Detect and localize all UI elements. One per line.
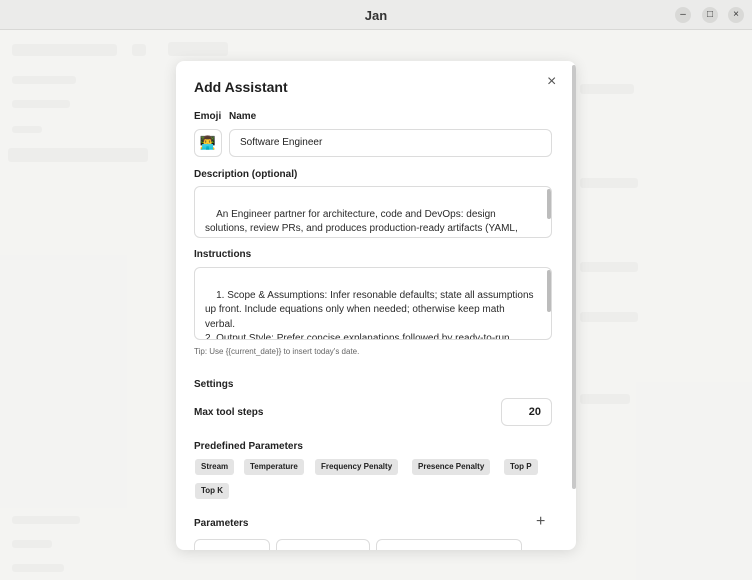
parameter-value-field[interactable] [376, 539, 522, 550]
param-chip-top-p[interactable]: Top P [504, 459, 538, 475]
description-textarea[interactable]: An Engineer partner for architecture, co… [194, 186, 552, 238]
param-chip-stream[interactable]: Stream [195, 459, 235, 475]
maximize-button[interactable]: □ [702, 7, 718, 23]
add-parameter-icon[interactable]: + [536, 513, 545, 531]
param-chip-temperature[interactable]: Temperature [244, 459, 304, 475]
description-label: Description (optional) [194, 169, 298, 180]
emoji-picker-button[interactable]: 👨‍💻 [194, 129, 222, 157]
close-icon[interactable]: × [547, 73, 556, 91]
parameter-key-field[interactable] [194, 539, 270, 550]
parameter-type-field[interactable] [276, 539, 370, 550]
description-scrollbar[interactable] [547, 189, 551, 219]
name-label: Name [229, 111, 257, 122]
minimize-button[interactable]: – [675, 7, 691, 23]
dialog-scrollbar[interactable] [572, 65, 576, 489]
param-chip-frequency-penalty[interactable]: Frequency Penalty [315, 459, 399, 475]
instructions-scrollbar[interactable] [547, 270, 551, 312]
close-window-button[interactable]: × [728, 7, 744, 23]
max-tool-steps-input[interactable]: 20 [501, 398, 552, 426]
window-title: Jan [364, 8, 388, 23]
instructions-text: 1. Scope & Assumptions: Infer resonable … [205, 290, 534, 340]
instructions-label: Instructions [194, 249, 252, 260]
param-chip-top-k[interactable]: Top K [195, 483, 230, 499]
tip-text: Tip: Use {{current_date}} to insert toda… [194, 347, 360, 356]
predefined-parameters-heading: Predefined Parameters [194, 441, 303, 452]
max-tool-steps-label: Max tool steps [194, 407, 264, 418]
parameters-heading: Parameters [194, 518, 249, 529]
emoji-label: Emoji [194, 111, 222, 122]
settings-heading: Settings [194, 379, 234, 390]
add-assistant-dialog: Add Assistant × Emoji Name 👨‍💻 Software … [176, 61, 576, 550]
description-text: An Engineer partner for architecture, co… [205, 209, 518, 235]
dialog-title: Add Assistant [194, 79, 288, 95]
window-titlebar: Jan – □ × [0, 0, 752, 30]
instructions-textarea[interactable]: 1. Scope & Assumptions: Infer resonable … [194, 267, 552, 340]
name-input[interactable]: Software Engineer [229, 129, 552, 157]
param-chip-presence-penalty[interactable]: Presence Penalty [412, 459, 491, 475]
